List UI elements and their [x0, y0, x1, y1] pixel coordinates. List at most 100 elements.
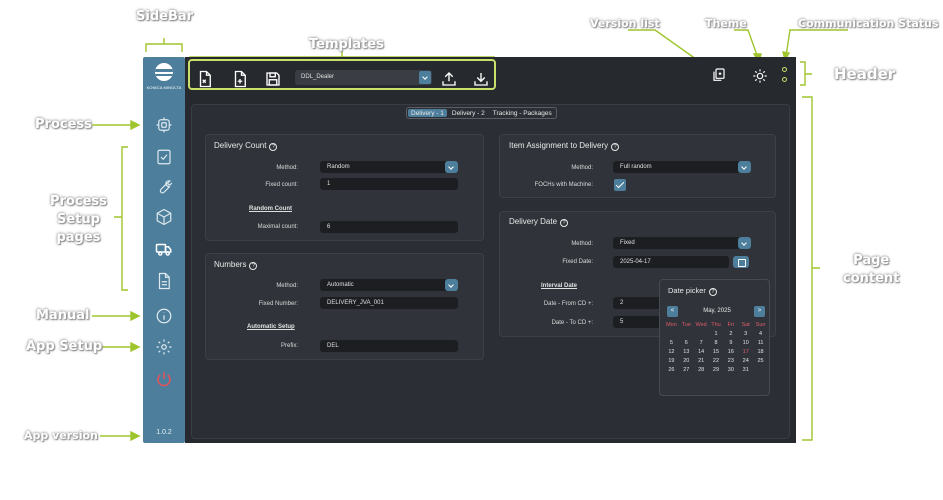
- automatic-setup-label: Automatic Setup: [247, 324, 295, 330]
- delivery-count-method-select[interactable]: Random: [320, 161, 458, 173]
- version-list-button[interactable]: [708, 65, 728, 85]
- fixed-count-input[interactable]: 1: [320, 178, 458, 190]
- theme-toggle-button[interactable]: [750, 66, 770, 86]
- sidebar-item-power[interactable]: [152, 367, 176, 391]
- numbers-method-select[interactable]: Automatic: [320, 279, 458, 291]
- annotation-app-setup: App Setup: [26, 339, 103, 354]
- calendar-day[interactable]: 15: [709, 349, 724, 356]
- date-picker-title-text: Date picker: [668, 286, 706, 295]
- sidebar-item-delivery[interactable]: [152, 237, 176, 261]
- interval-date-label: Interval Date: [541, 283, 578, 289]
- tab-tracking-packages[interactable]: Tracking - Packages: [490, 109, 555, 117]
- annotation-page-content-line1: Page: [853, 253, 890, 268]
- calendar-day[interactable]: 10: [738, 340, 753, 347]
- calendar-day[interactable]: 25: [753, 358, 768, 365]
- calendar-day[interactable]: 6: [679, 340, 694, 347]
- random-count-label: Random Count: [249, 206, 292, 212]
- import-template-button[interactable]: [194, 69, 216, 89]
- truck-icon: [155, 243, 172, 256]
- item-assignment-method-select[interactable]: Full random: [613, 161, 751, 173]
- calendar-day[interactable]: 1: [709, 331, 724, 338]
- annotation-page-content-line2: content: [843, 271, 900, 286]
- annotation-process-setup-pages: Process Setup pages: [50, 193, 107, 247]
- save-template-button[interactable]: [262, 69, 284, 89]
- calendar-day[interactable]: 28: [694, 367, 709, 374]
- weekday-header: Wed: [695, 322, 707, 328]
- sidebar-item-tools[interactable]: [152, 175, 176, 199]
- calendar-day[interactable]: 26: [664, 367, 679, 374]
- logo-text: KONICA MINOLTA: [146, 85, 182, 90]
- annotation-process-setup-line2: Setup: [56, 212, 100, 227]
- calendar-day[interactable]: 21: [694, 358, 709, 365]
- calendar-day[interactable]: 23: [723, 358, 738, 365]
- calendar-day[interactable]: 19: [664, 358, 679, 365]
- calendar-day[interactable]: 20: [679, 358, 694, 365]
- calendar-empty-cell: [753, 367, 768, 374]
- calendar-day[interactable]: 22: [709, 358, 724, 365]
- calendar-day[interactable]: 16: [723, 349, 738, 356]
- sidebar-item-process[interactable]: [152, 113, 176, 137]
- process-icon: [156, 117, 172, 133]
- upload-template-button[interactable]: [438, 69, 460, 89]
- item-assignment-title: Item Assignment to Delivery?: [509, 141, 620, 151]
- calendar-day[interactable]: 14: [694, 349, 709, 356]
- prefix-input[interactable]: DEL: [320, 340, 458, 352]
- next-month-button[interactable]: >: [754, 306, 765, 317]
- sidebar-item-package[interactable]: [152, 205, 176, 229]
- calendar-day[interactable]: 3: [738, 331, 753, 338]
- date-to-input[interactable]: 5: [613, 316, 663, 328]
- calendar-day[interactable]: 9: [723, 340, 738, 347]
- info-icon: [156, 308, 172, 324]
- delivery-date-title-text: Delivery Date: [509, 217, 558, 226]
- package-icon: [156, 208, 172, 226]
- fixed-number-input[interactable]: DELIVERY_JVA_001: [320, 297, 458, 309]
- maximal-count-input[interactable]: 6: [320, 221, 458, 233]
- help-icon[interactable]: ?: [560, 219, 569, 227]
- sidebar-item-checklist[interactable]: [152, 145, 176, 169]
- delivery-count-title-text: Delivery Count: [214, 141, 267, 150]
- tab-delivery-2[interactable]: Delivery - 2: [449, 109, 488, 117]
- annotation-version-list: Version list: [590, 17, 660, 30]
- calendar-day[interactable]: 29: [709, 367, 724, 374]
- help-icon[interactable]: ?: [269, 143, 278, 151]
- calendar-day[interactable]: 17: [738, 349, 753, 356]
- calendar-day[interactable]: 13: [679, 349, 694, 356]
- new-template-button[interactable]: [229, 69, 251, 89]
- communication-status-indicator-2: [782, 77, 787, 82]
- calendar-empty-cell: [664, 376, 679, 383]
- fixed-date-input[interactable]: 2025-04-17: [613, 256, 729, 268]
- download-icon: [474, 73, 488, 86]
- help-icon[interactable]: ?: [249, 262, 258, 270]
- calendar-day[interactable]: 11: [753, 340, 768, 347]
- calendar-day[interactable]: 18: [753, 349, 768, 356]
- fochs-with-machine-checkbox[interactable]: [614, 179, 626, 191]
- calendar-day[interactable]: 8: [709, 340, 724, 347]
- calendar-day[interactable]: 27: [679, 367, 694, 374]
- calendar-day[interactable]: 12: [664, 349, 679, 356]
- help-icon[interactable]: ?: [611, 143, 620, 151]
- numbers-method-value: Automatic: [327, 282, 354, 288]
- sidebar-item-document[interactable]: [152, 269, 176, 293]
- save-icon: [266, 72, 280, 86]
- calendar-day[interactable]: 24: [738, 358, 753, 365]
- sidebar-item-manual[interactable]: [152, 304, 176, 328]
- template-select[interactable]: DDL_Dealer: [295, 70, 432, 85]
- calendar-day[interactable]: 2: [723, 331, 738, 338]
- date-from-input[interactable]: 2: [613, 297, 663, 309]
- prev-month-button[interactable]: <: [667, 306, 678, 317]
- weekday-header: Fri: [727, 322, 735, 328]
- app-version: 1.0.2: [156, 429, 172, 436]
- help-icon[interactable]: ?: [708, 288, 717, 296]
- calendar-button[interactable]: [733, 256, 749, 268]
- chevron-down-icon: [445, 161, 458, 173]
- prefix-label: Prefix:: [280, 343, 298, 349]
- tab-delivery-1[interactable]: Delivery - 1: [408, 109, 447, 117]
- calendar-day[interactable]: 31: [738, 367, 753, 374]
- calendar-day[interactable]: 4: [753, 331, 768, 338]
- calendar-day[interactable]: 30: [723, 367, 738, 374]
- sidebar-item-app-setup[interactable]: [152, 335, 176, 359]
- download-template-button[interactable]: [470, 69, 492, 89]
- calendar-day[interactable]: 7: [694, 340, 709, 347]
- delivery-date-method-select[interactable]: Fixed: [613, 237, 751, 249]
- calendar-day[interactable]: 5: [664, 340, 679, 347]
